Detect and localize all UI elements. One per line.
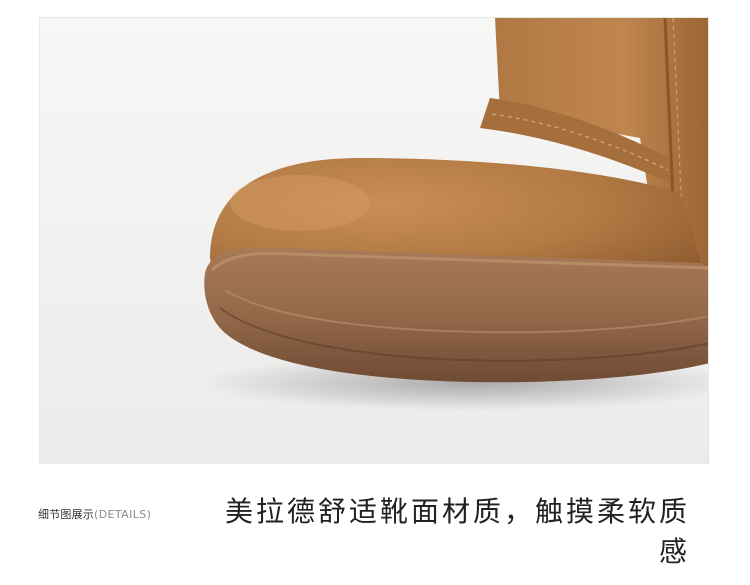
- details-caption-cn: 细节图展示: [38, 508, 94, 521]
- details-caption: 细节图展示(DETAILS): [38, 506, 151, 522]
- material-headline: 美拉德舒适靴面材质，触摸柔软质感: [224, 495, 690, 568]
- product-detail-photo: [39, 17, 709, 464]
- boot-illustration: [40, 18, 708, 463]
- details-caption-en: (DETAILS): [94, 508, 152, 521]
